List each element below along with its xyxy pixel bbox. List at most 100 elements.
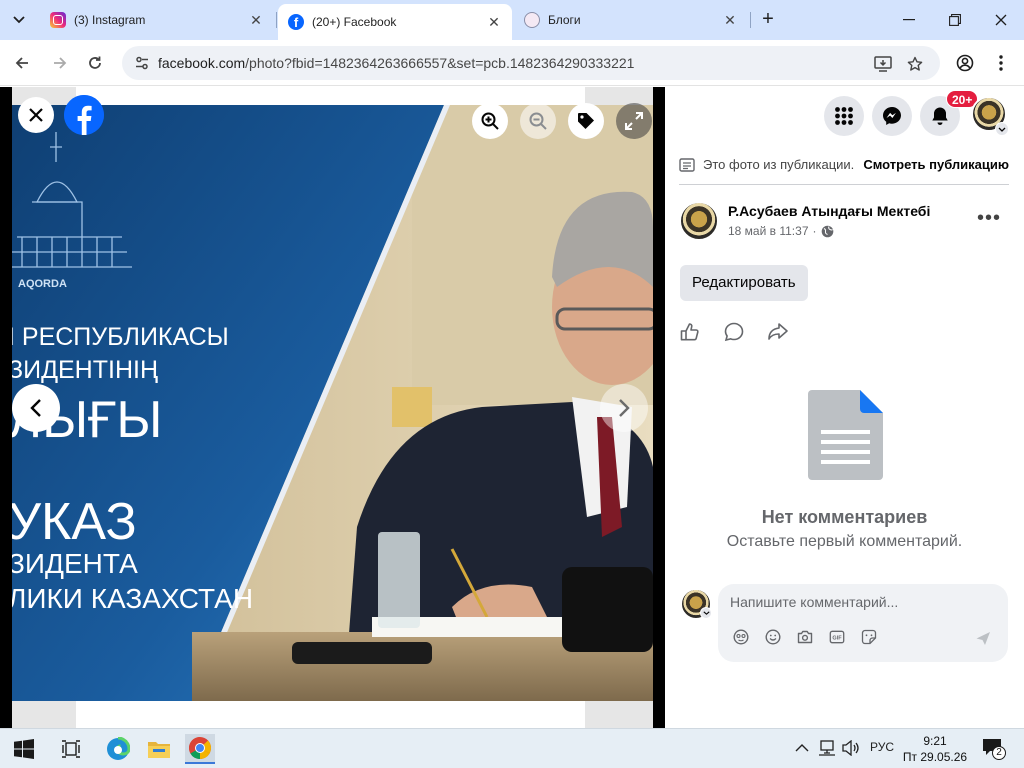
poster-line: ЛИКИ КАЗАХСТАН — [12, 583, 253, 614]
no-comments-subtitle: Оставьте первый комментарий. — [726, 533, 963, 550]
close-viewer-button[interactable] — [18, 97, 54, 133]
browser-menu-icon[interactable] — [987, 49, 1015, 77]
divider — [679, 184, 1009, 185]
instagram-icon — [50, 12, 66, 28]
poster-line: ЗИДЕНТІНІҢ — [12, 356, 158, 384]
send-icon[interactable] — [974, 629, 992, 647]
bell-icon — [932, 107, 948, 125]
sticker-icon[interactable] — [860, 628, 878, 646]
close-tab-icon[interactable]: ✕ — [248, 12, 264, 28]
new-tab-button[interactable]: + — [756, 8, 780, 32]
tray-chevron-up-icon[interactable] — [795, 741, 809, 755]
empty-comments-document-icon — [808, 390, 883, 480]
camera-icon[interactable] — [796, 628, 814, 646]
poster-line: AQORDA — [18, 278, 67, 290]
comment-composer[interactable]: Напишите комментарий... GIF — [718, 584, 1008, 662]
photo-viewer: AQORDA І РЕСПУБЛИКАСЫ ЗИДЕНТІНІҢ ЛЫҒЫ УК… — [0, 87, 665, 728]
tab-blogs[interactable]: Блоги ✕ — [514, 4, 748, 36]
forward-button[interactable] — [46, 49, 74, 77]
minimize-button[interactable] — [886, 0, 932, 40]
no-comments-title: Нет комментариев — [761, 507, 928, 527]
post-actions — [679, 321, 789, 343]
menu-grid-button[interactable] — [824, 96, 864, 136]
page-name[interactable]: Р.Асубаев Атындағы Мектебі — [728, 203, 930, 219]
notification-center-icon[interactable]: 2 — [982, 738, 1006, 760]
back-button[interactable] — [8, 49, 36, 77]
input-language[interactable]: РУС — [870, 740, 894, 754]
post-timestamp: 18 май в 11:37 · — [728, 224, 834, 238]
post-photo[interactable]: AQORDA І РЕСПУБЛИКАСЫ ЗИДЕНТІНІҢ ЛЫҒЫ УК… — [12, 87, 653, 728]
tab-search-icon[interactable] — [6, 7, 32, 33]
blog-icon — [524, 12, 540, 28]
post-icon — [679, 157, 695, 172]
from-post-row: Это фото из публикации. Смотреть публика… — [679, 157, 1009, 172]
from-post-text: Это фото из публикации. — [703, 157, 855, 172]
clock-date: Пт 29.05.26 — [902, 750, 968, 764]
network-icon[interactable] — [818, 740, 836, 759]
url-path: /photo?fbid=1482364263666557&set=pcb.148… — [245, 55, 635, 71]
start-windows-icon[interactable] — [9, 734, 39, 764]
clock-time: 9:21 — [923, 734, 947, 748]
close-window-button[interactable] — [978, 0, 1024, 40]
windows-taskbar: РУС 9:21 Пт 29.05.26 2 — [0, 728, 1024, 768]
task-view-icon[interactable] — [56, 734, 86, 764]
tab-title: (3) Instagram — [74, 13, 146, 27]
url-domain: facebook.com — [158, 55, 246, 71]
comment-tools: GIF — [732, 628, 878, 646]
tab-separator — [750, 12, 751, 28]
tab-instagram[interactable]: (3) Instagram ✕ — [40, 4, 274, 36]
gif-icon[interactable]: GIF — [828, 628, 846, 646]
account-chevron-icon[interactable] — [995, 122, 1009, 136]
messenger-button[interactable] — [872, 96, 912, 136]
grid-icon — [835, 107, 853, 125]
tab-facebook[interactable]: f (20+) Facebook ✕ — [278, 4, 512, 40]
post-details-panel: 20+ Это фото из публикации. Смотреть пуб… — [665, 87, 1024, 728]
share-icon[interactable] — [767, 321, 789, 343]
tag-photo-button[interactable] — [568, 103, 604, 139]
zoom-out-button[interactable] — [520, 103, 556, 139]
fullscreen-button[interactable] — [616, 103, 652, 139]
facebook-icon: f — [288, 14, 304, 30]
see-post-link[interactable]: Смотреть публикацию — [863, 157, 1009, 172]
install-app-icon[interactable] — [872, 53, 894, 75]
previous-photo-button[interactable] — [12, 384, 60, 432]
public-globe-icon — [821, 225, 833, 237]
close-tab-icon[interactable]: ✕ — [722, 12, 738, 28]
zoom-in-button[interactable] — [472, 103, 508, 139]
poster-line: УКАЗ — [12, 493, 137, 551]
close-tab-icon[interactable]: ✕ — [486, 14, 502, 30]
reload-button[interactable] — [81, 49, 109, 77]
url-text: facebook.com/photo?fbid=1482364263666557… — [158, 55, 634, 71]
comment-icon[interactable] — [723, 321, 745, 343]
poster-line: І РЕСПУБЛИКАСЫ — [12, 323, 229, 351]
more-options-icon[interactable]: ••• — [977, 207, 1001, 230]
emoji-icon[interactable] — [764, 628, 782, 646]
tab-separator — [276, 12, 277, 28]
profile-icon[interactable] — [951, 49, 979, 77]
site-info-icon[interactable] — [134, 55, 150, 71]
facebook-logo-icon[interactable] — [64, 95, 104, 135]
tab-strip: (3) Instagram ✕ f (20+) Facebook ✕ Блоги… — [0, 0, 1024, 40]
file-explorer-icon[interactable] — [144, 734, 174, 764]
page-avatar[interactable] — [679, 201, 719, 241]
timestamp-text[interactable]: 18 май в 11:37 — [728, 224, 809, 238]
restore-button[interactable] — [932, 0, 978, 40]
like-icon[interactable] — [679, 321, 701, 343]
avatar-sticker-icon[interactable] — [732, 628, 750, 646]
address-bar[interactable]: facebook.com/photo?fbid=1482364263666557… — [122, 46, 940, 80]
edit-button[interactable]: Редактировать — [680, 265, 808, 301]
poster-line: ЗИДЕНТА — [12, 548, 138, 579]
tab-title: (20+) Facebook — [312, 15, 397, 29]
notification-count: 2 — [992, 746, 1006, 760]
system-clock[interactable]: 9:21 Пт 29.05.26 — [898, 733, 972, 765]
bookmark-star-icon[interactable] — [904, 53, 926, 75]
commenter-chevron-icon[interactable] — [700, 607, 712, 619]
volume-icon[interactable] — [842, 739, 860, 759]
next-photo-button[interactable] — [600, 384, 648, 432]
svg-text:GIF: GIF — [832, 636, 842, 642]
tab-title: Блоги — [548, 13, 581, 27]
chrome-icon[interactable] — [185, 734, 215, 764]
edge-icon[interactable] — [103, 734, 133, 764]
comment-input[interactable]: Напишите комментарий... — [730, 594, 898, 610]
browser-toolbar: facebook.com/photo?fbid=1482364263666557… — [0, 40, 1024, 86]
